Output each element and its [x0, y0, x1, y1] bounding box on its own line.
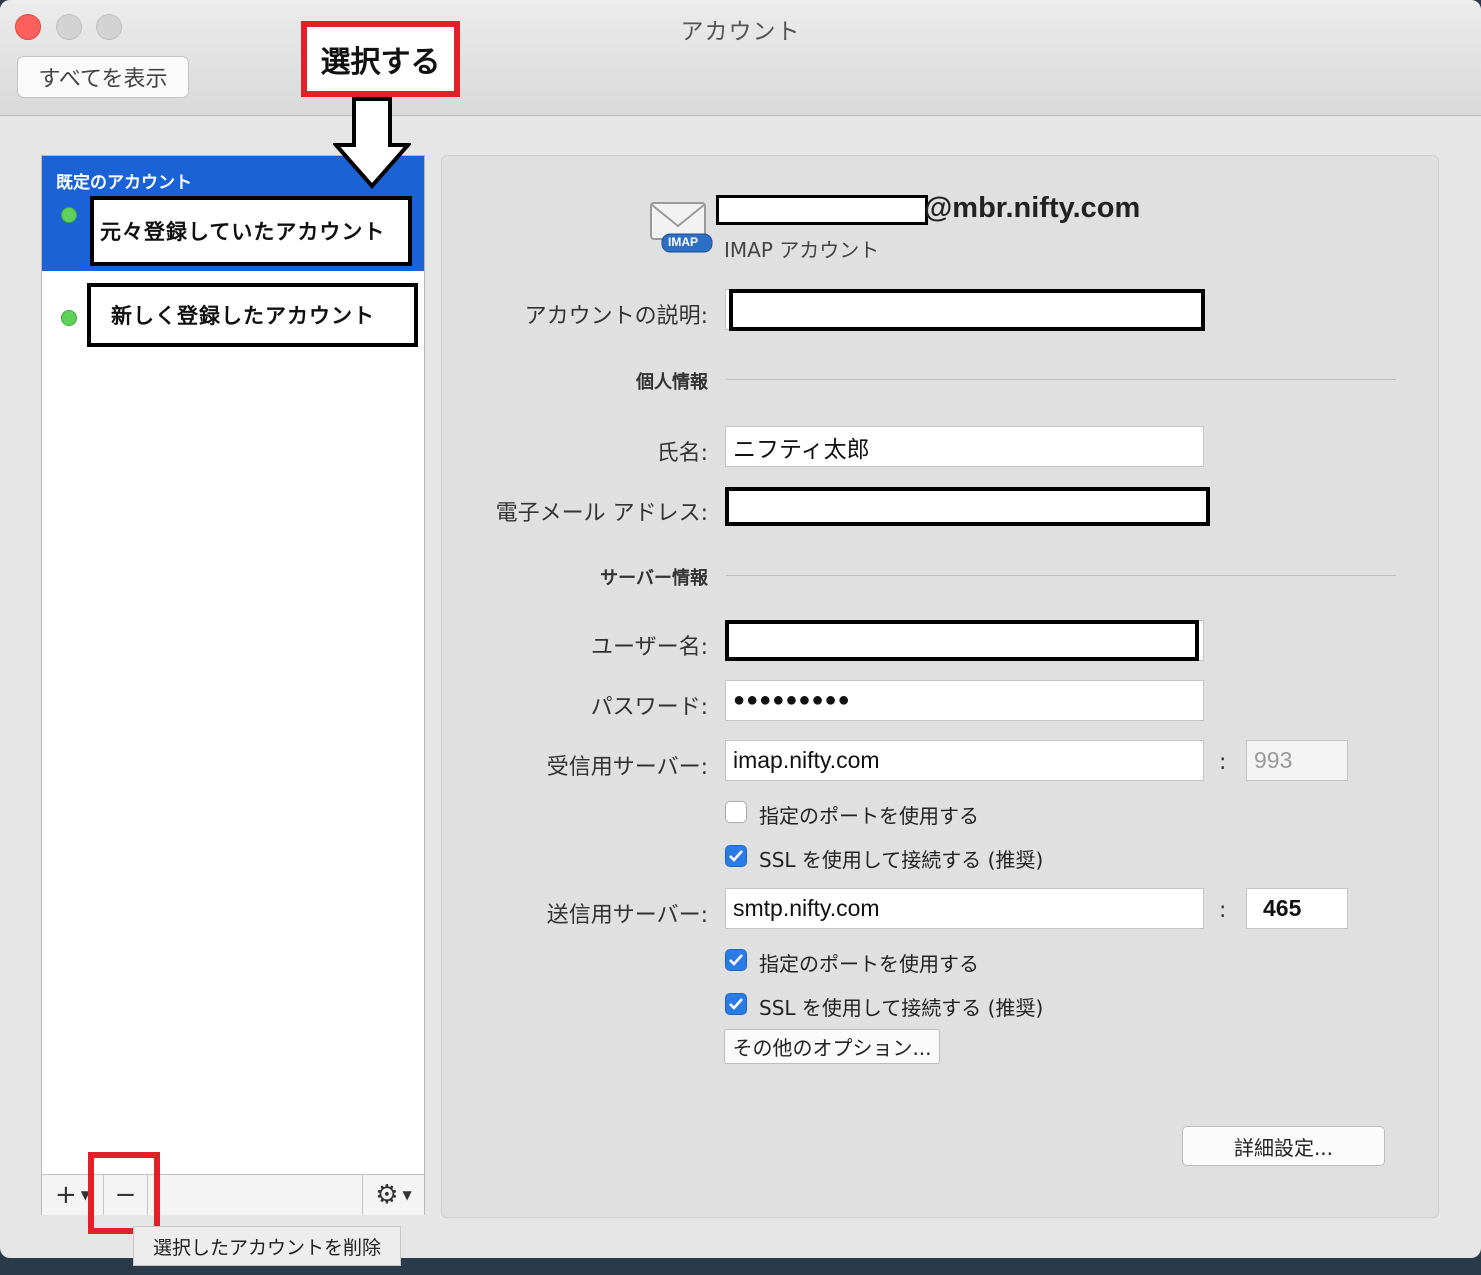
port-separator: :	[1219, 750, 1227, 775]
gear-icon: ⚙	[375, 1180, 399, 1210]
incoming-custom-port-label: 指定のポートを使用する	[759, 804, 979, 828]
show-all-button[interactable]: すべてを表示	[17, 56, 189, 98]
checkmark-icon	[729, 850, 743, 862]
outgoing-server-label: 送信用サーバー:	[546, 903, 708, 928]
status-online-icon	[61, 310, 77, 326]
account-actions-button[interactable]: ⚙ ▼	[362, 1175, 424, 1215]
account-list: 既定のアカウント 元々登録していたアカウント 新しく登録したアカウント + ▼ …	[41, 155, 425, 1215]
default-account-header: 既定のアカウント	[56, 173, 192, 193]
mail-envelope-icon: IMAP	[648, 200, 714, 256]
name-label: 氏名:	[656, 441, 708, 466]
name-field[interactable]: ニフティ太郎	[725, 426, 1204, 467]
chevron-down-icon: ▼	[402, 1188, 412, 1202]
incoming-server-label: 受信用サーバー:	[546, 755, 708, 780]
imap-badge: IMAP	[668, 235, 698, 249]
incoming-server-field[interactable]: imap.nifty.com	[725, 740, 1204, 781]
section-divider	[726, 379, 1396, 380]
incoming-custom-port-checkbox[interactable]	[725, 801, 747, 823]
redacted-email	[725, 487, 1210, 526]
incoming-ssl-checkbox[interactable]	[725, 845, 747, 867]
remove-account-tooltip: 選択したアカウントを削除	[133, 1226, 401, 1266]
status-online-icon	[61, 207, 77, 223]
email-label: 電子メール アドレス:	[495, 501, 708, 526]
outgoing-ssl-label: SSL を使用して接続する (推奨)	[759, 996, 1044, 1020]
server-info-section: サーバー情報	[600, 568, 708, 589]
more-options-button[interactable]: その他のオプション...	[724, 1029, 940, 1064]
account-email-suffix: @mbr.nifty.com	[924, 192, 1141, 224]
account-label-new: 新しく登録したアカウント	[87, 283, 418, 347]
username-label: ユーザー名:	[591, 635, 708, 660]
annotation-remove-highlight	[88, 1152, 160, 1234]
checkmark-icon	[729, 954, 743, 966]
incoming-ssl-label: SSL を使用して接続する (推奨)	[759, 848, 1044, 872]
password-field[interactable]: ●●●●●●●●●	[725, 680, 1204, 721]
advanced-settings-button[interactable]: 詳細設定...	[1182, 1126, 1385, 1166]
outgoing-custom-port-checkbox[interactable]	[725, 949, 747, 971]
annotation-select-callout: 選択する	[301, 21, 460, 97]
accounts-window: アカウント すべてを表示 既定のアカウント 元々登録していたアカウント 新しく登…	[0, 0, 1481, 1258]
section-divider	[726, 575, 1396, 576]
outgoing-server-field[interactable]: smtp.nifty.com	[725, 888, 1204, 929]
outgoing-port-field[interactable]: 465	[1246, 888, 1348, 929]
outgoing-custom-port-label: 指定のポートを使用する	[759, 952, 979, 976]
personal-info-section: 個人情報	[636, 372, 708, 393]
title-bar: アカウント すべてを表示	[0, 0, 1481, 116]
password-label: パスワード:	[590, 695, 708, 720]
outgoing-ssl-checkbox[interactable]	[725, 993, 747, 1015]
account-type: IMAP アカウント	[724, 238, 880, 262]
description-label: アカウントの説明:	[524, 304, 708, 329]
account-details-panel: IMAP @mbr.nifty.com IMAP アカウント アカウントの説明:…	[441, 155, 1439, 1218]
window-title: アカウント	[680, 19, 801, 45]
annotation-arrow-down-icon	[333, 97, 411, 189]
checkmark-icon	[729, 998, 743, 1010]
account-list-item[interactable]: 新しく登録したアカウント	[42, 271, 424, 351]
account-label-original: 元々登録していたアカウント	[90, 196, 412, 266]
plus-icon: +	[54, 1180, 77, 1210]
redacted-email-user	[716, 195, 928, 225]
redacted-username	[725, 620, 1199, 661]
incoming-port-field[interactable]: 993	[1246, 740, 1348, 781]
redacted-description	[729, 289, 1205, 331]
port-separator: :	[1219, 898, 1227, 923]
